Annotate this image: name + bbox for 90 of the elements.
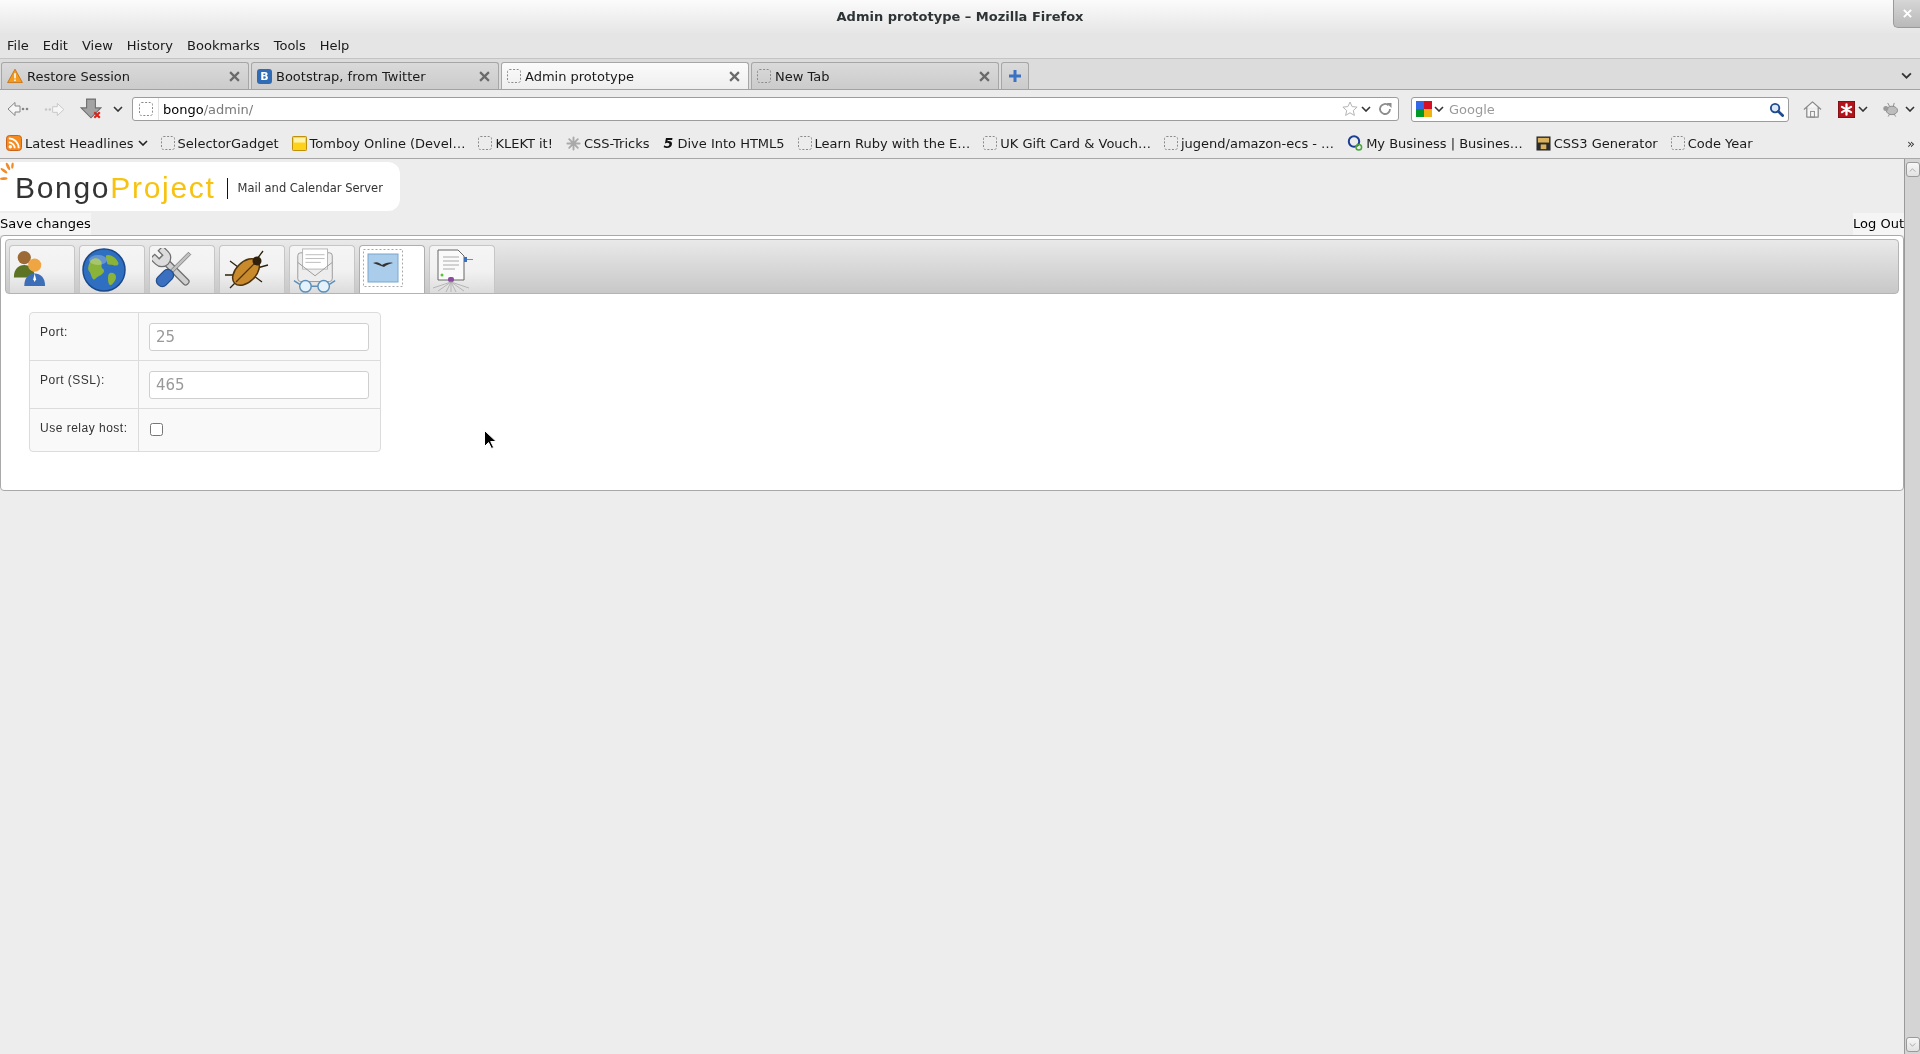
home-icon[interactable] (1802, 99, 1823, 119)
download-arrow-icon[interactable] (80, 98, 102, 120)
postage-stamp-icon (362, 248, 404, 288)
bookmark-item[interactable]: Learn Ruby with the E… (791, 135, 978, 151)
back-arrow-icon[interactable] (7, 101, 29, 117)
site-logo: B (257, 68, 272, 84)
chevron-down-icon (1909, 1042, 1916, 1047)
save-changes-link[interactable]: Save changes (0, 212, 91, 235)
search-field[interactable]: Google (1411, 96, 1789, 122)
dashed-square-icon (1670, 136, 1685, 150)
warning-icon (7, 68, 23, 84)
rings-icon (1347, 135, 1364, 151)
menu-item[interactable]: Bookmarks (180, 36, 267, 55)
close-icon (1902, 9, 1912, 18)
bookmark-item[interactable]: 5 Dive Into HTML5 (656, 135, 792, 151)
checkbox[interactable] (150, 423, 163, 436)
reload-icon[interactable] (1377, 101, 1393, 117)
bookmark-item[interactable]: UK Gift Card & Vouch… (977, 135, 1158, 151)
dashed-square-icon (138, 102, 153, 116)
dashed-square-icon (1163, 136, 1178, 150)
dashed-square-icon (797, 136, 812, 150)
dashed-square-icon (160, 136, 175, 150)
browser-tab[interactable]: Admin prototype (501, 62, 749, 89)
dashed-square-icon (507, 69, 521, 83)
site-logo: 5 (662, 135, 675, 151)
menu-item[interactable]: View (74, 36, 120, 55)
search-icon[interactable] (1769, 101, 1784, 117)
dashed-square-icon (478, 136, 493, 150)
caret-down-icon[interactable] (1434, 106, 1444, 112)
field-label: Port: (40, 325, 68, 339)
caret-down-icon[interactable] (1901, 72, 1912, 79)
dashed-square-icon (983, 136, 998, 150)
search-input[interactable]: Google (1444, 98, 1769, 120)
browser-tab[interactable]: B Bootstrap, from Twitter (251, 62, 499, 89)
caret-down-icon[interactable] (113, 106, 123, 112)
field-label: Use relay host: (40, 421, 128, 435)
caret-down-icon[interactable] (1905, 106, 1915, 112)
bookmark-item[interactable]: Tomboy Online (Devel… (285, 135, 473, 151)
chevron-up-icon (1909, 167, 1916, 172)
bookmark-item[interactable]: Latest Headlines (0, 135, 155, 151)
caret-down-icon[interactable] (1858, 106, 1868, 112)
browser-tab[interactable]: New Tab (751, 62, 999, 89)
colored-squares-icon (1416, 101, 1432, 117)
scrollbar[interactable] (1904, 159, 1920, 1054)
feed-icon (6, 135, 22, 151)
bookmark-item[interactable]: Code Year (1664, 135, 1760, 151)
menu-item[interactable]: History (119, 36, 181, 55)
close-icon[interactable] (229, 70, 240, 82)
star-icon[interactable] (1342, 101, 1358, 117)
address-field[interactable]: bongo/admin/ (132, 97, 1399, 121)
scroll-down-button[interactable] (1905, 1037, 1920, 1052)
bookmark-item[interactable]: CSS3 Generator (1529, 135, 1665, 151)
input-field[interactable]: 25 (149, 323, 369, 351)
square-icon (291, 135, 307, 151)
section-tab[interactable] (79, 245, 145, 293)
window-close-button[interactable] (1893, 0, 1920, 28)
close-icon[interactable] (479, 70, 490, 82)
bookmark-item[interactable]: jugend/amazon-ecs - … (1157, 135, 1342, 151)
bookmark-item[interactable]: CSS-Tricks (559, 135, 657, 151)
more-bookmarks-button[interactable]: » (1907, 135, 1915, 151)
plus-icon (1009, 70, 1021, 82)
menu-item[interactable]: Tools (266, 36, 313, 55)
menu-item[interactable]: Help (312, 36, 357, 55)
asterisk-icon (565, 135, 581, 151)
bookmark-item[interactable]: SelectorGadget (154, 135, 286, 151)
logo-text: BongoProject (15, 170, 216, 205)
menu-item[interactable]: Edit (35, 36, 75, 55)
window-title: Admin prototype – Mozilla Firefox (836, 9, 1084, 24)
bookmark-item[interactable]: My Business | Busines… (1341, 135, 1530, 151)
globe-icon (82, 248, 126, 292)
asterisk-square-icon[interactable] (1838, 100, 1855, 118)
field-label: Port (SSL): (40, 373, 105, 387)
close-icon[interactable] (979, 70, 990, 82)
dashed-square-icon (757, 69, 771, 83)
browser-tab[interactable]: Restore Session (1, 62, 249, 89)
section-tab[interactable] (219, 245, 285, 293)
close-icon[interactable] (729, 70, 740, 82)
scroll-up-button[interactable] (1905, 162, 1920, 177)
caret-down-icon[interactable] (137, 140, 148, 146)
people-icon (12, 248, 46, 286)
mouse-pointer-icon (484, 430, 496, 449)
bug-icon[interactable] (1882, 101, 1899, 117)
bookmark-item[interactable]: KLEKT it! (472, 135, 560, 151)
input-field[interactable]: 465 (149, 371, 369, 399)
menu-item[interactable]: File (0, 36, 36, 55)
badge-icon (1535, 135, 1551, 151)
logo-tagline: Mail and Calendar Server (237, 180, 383, 195)
new-tab-button[interactable] (1001, 62, 1029, 89)
log-out-link[interactable]: Log Out (1853, 212, 1904, 235)
caret-down-icon[interactable] (1361, 106, 1371, 112)
